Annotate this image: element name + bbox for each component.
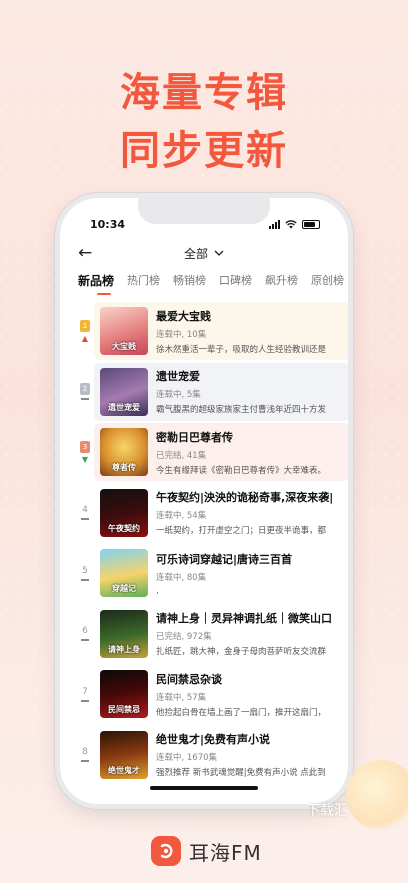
rank-number: 5 [82, 565, 88, 576]
album-status: 连载中, 5集 [156, 390, 201, 400]
list-item: 7 民间禁忌 民间禁忌杂谈 连载中, 57集 他捡起白骨在墙上画了一扇门，推开这… [70, 665, 348, 725]
tab-bestseller[interactable]: 畅销榜 [173, 272, 206, 294]
list-item: 3 ▼ 尊者传 密勒日巴尊者传 已完结, 41集 今生有缘拜读《密勒日巴尊者传》… [70, 423, 348, 483]
album-card[interactable]: 请神上身 请神上身｜灵异神调扎纸｜微笑山口 已完结, 972集 扎纸匠，跳大神，… [94, 605, 348, 663]
tab-rising[interactable]: 飙升榜 [265, 272, 298, 294]
top-bar: ← 全部 [78, 242, 330, 264]
album-title: 午夜契约|泱泱的诡秘奇事,深夜来袭| [156, 491, 334, 504]
list-item: 5 穿越记 可乐诗词穿越记|唐诗三百首 连载中, 80集 , [70, 544, 348, 604]
album-card[interactable]: 大宝贱 最爱大宝贱 连载中, 10集 徐木然重活一辈子，吸取的人生经验教训还是 [94, 302, 348, 360]
album-cover[interactable]: 穿越记 [100, 549, 148, 597]
album-desc: 强烈推荐 新书武魂觉醒|免费有声小说 点此到 [156, 768, 326, 778]
album-cover[interactable]: 民间禁忌 [100, 670, 148, 718]
trend-flat-icon [81, 578, 89, 581]
tab-new[interactable]: 新品榜 [78, 272, 114, 294]
list-item: 8 绝世鬼才 绝世鬼才|免费有声小说 连载中, 1670集 强烈推荐 新书武魂觉… [70, 726, 348, 786]
brand-footer: 耳海FM [151, 836, 262, 866]
rank-number: 4 [82, 505, 88, 515]
rank-number: 7 [82, 686, 88, 697]
active-tab-indicator [97, 293, 111, 295]
tab-hot[interactable]: 热门榜 [127, 272, 160, 294]
album-cover[interactable]: 尊者传 [100, 428, 148, 476]
category-filter-dropdown[interactable]: 全部 [184, 245, 224, 262]
list-item: 2 遗世宠爱 遗世宠爱 连载中, 5集 霸气腹黑的超级家族家主付曹浅年近四十方发 [70, 362, 348, 423]
album-title: 最爱大宝贱 [156, 309, 211, 323]
album-status: 连载中, 80集 [156, 572, 207, 583]
album-title: 民间禁忌杂谈 [156, 672, 222, 686]
list-item: 1 ▲ 大宝贱 最爱大宝贱 连载中, 10集 徐木然重活一辈子，吸取的人生经验教… [70, 302, 348, 362]
album-status: 连载中, 57集 [156, 692, 207, 703]
album-cover[interactable]: 绝世鬼才 [100, 730, 148, 779]
album-cover[interactable]: 请神上身 [100, 609, 148, 658]
trend-flat-icon [81, 699, 89, 702]
album-title: 可乐诗词穿越记|唐诗三百首 [156, 552, 293, 566]
album-card[interactable]: 午夜契约 午夜契约|泱泱的诡秘奇事,深夜来袭| 连载中, 54集 一纸契约，打开… [94, 484, 348, 542]
album-desc: 扎纸匠，跳大神，金身子母肉菩萨听友交流群 [156, 647, 327, 657]
bronze-medal-icon: 3 [80, 440, 90, 453]
album-title: 绝世鬼才|免费有声小说 [156, 733, 271, 746]
wifi-icon [285, 219, 297, 228]
album-desc: 他捡起白骨在墙上画了一扇门，推开这扇门， [156, 707, 327, 718]
phone-mockup: 10:34 ← 全部 新品榜 热门榜 畅销榜 口碑榜 飙升榜 原创榜 1 ▲ 大… [60, 198, 348, 804]
album-desc: 徐木然重活一辈子，吸取的人生经验教训还是 [156, 344, 327, 355]
album-list: 1 ▲ 大宝贱 最爱大宝贱 连载中, 10集 徐木然重活一辈子，吸取的人生经验教… [70, 302, 348, 786]
watermark-text: 下载汇 [306, 803, 348, 819]
list-item: 6 请神上身 请神上身｜灵异神调扎纸｜微笑山口 已完结, 972集 扎纸匠，跳大… [70, 605, 348, 665]
battery-icon [302, 219, 320, 229]
trend-flat-icon [81, 760, 89, 762]
tab-reputation[interactable]: 口碑榜 [219, 272, 252, 294]
trend-up-icon: ▲ [81, 333, 89, 343]
promo-headline-1: 海量专辑 [120, 70, 288, 116]
ranking-tabs: 新品榜 热门榜 畅销榜 口碑榜 飙升榜 原创榜 [78, 272, 348, 294]
signal-icon [269, 219, 280, 229]
rank-number: 6 [82, 626, 88, 636]
album-card[interactable]: 尊者传 密勒日巴尊者传 已完结, 41集 今生有缘拜读《密勒日巴尊者传》大幸难表… [94, 423, 348, 481]
album-card[interactable]: 绝世鬼才 绝世鬼才|免费有声小说 连载中, 1670集 强烈推荐 新书武魂觉醒|… [94, 726, 348, 784]
album-desc: 今生有缘拜读《密勒日巴尊者传》大幸难表。 [156, 465, 327, 476]
trend-flat-icon [81, 398, 89, 400]
promo-headline-2: 同步更新 [120, 128, 288, 174]
album-cover[interactable]: 午夜契约 [100, 488, 148, 537]
app-name: 耳海FM [189, 840, 262, 865]
trend-flat-icon [81, 639, 89, 641]
album-status: 已完结, 41集 [156, 450, 207, 461]
album-cover[interactable]: 大宝贱 [100, 307, 148, 355]
home-indicator [150, 786, 258, 790]
album-card[interactable]: 民间禁忌 民间禁忌杂谈 连载中, 57集 他捡起白骨在墙上画了一扇门，推开这扇门… [94, 665, 348, 723]
list-item: 4 午夜契约 午夜契约|泱泱的诡秘奇事,深夜来袭| 连载中, 54集 一纸契约，… [70, 484, 348, 544]
decorative-glow [346, 760, 408, 830]
rank-number: 8 [82, 747, 88, 757]
album-status: 已完结, 972集 [156, 632, 212, 642]
tab-original[interactable]: 原创榜 [311, 272, 344, 294]
silver-medal-icon: 2 [80, 383, 90, 395]
album-status: 连载中, 1670集 [156, 753, 218, 763]
album-card[interactable]: 穿越记 可乐诗词穿越记|唐诗三百首 连载中, 80集 , [94, 544, 348, 602]
album-status: 连载中, 10集 [156, 329, 207, 340]
album-desc: , [156, 585, 159, 596]
album-card[interactable]: 遗世宠爱 遗世宠爱 连载中, 5集 霸气腹黑的超级家族家主付曹浅年近四十方发 [94, 362, 348, 421]
trend-flat-icon [81, 518, 89, 520]
status-bar: 10:34 [90, 216, 320, 232]
chevron-down-icon [214, 250, 224, 256]
album-desc: 一纸契约，打开虚空之门；日更夜半诡事，都 [156, 526, 327, 536]
filter-label: 全部 [183, 246, 208, 261]
gold-medal-icon: 1 [80, 319, 90, 332]
album-title: 请神上身｜灵异神调扎纸｜微笑山口 [156, 612, 332, 625]
album-desc: 霸气腹黑的超级家族家主付曹浅年近四十方发 [156, 405, 327, 415]
app-logo-icon [151, 836, 181, 866]
trend-down-icon: ▼ [81, 454, 89, 464]
album-status: 连载中, 54集 [156, 511, 207, 521]
back-arrow-icon[interactable]: ← [78, 243, 92, 263]
album-title: 遗世宠爱 [156, 370, 200, 383]
album-title: 密勒日巴尊者传 [156, 430, 233, 444]
status-time: 10:34 [90, 217, 126, 231]
album-cover[interactable]: 遗世宠爱 [100, 367, 148, 416]
